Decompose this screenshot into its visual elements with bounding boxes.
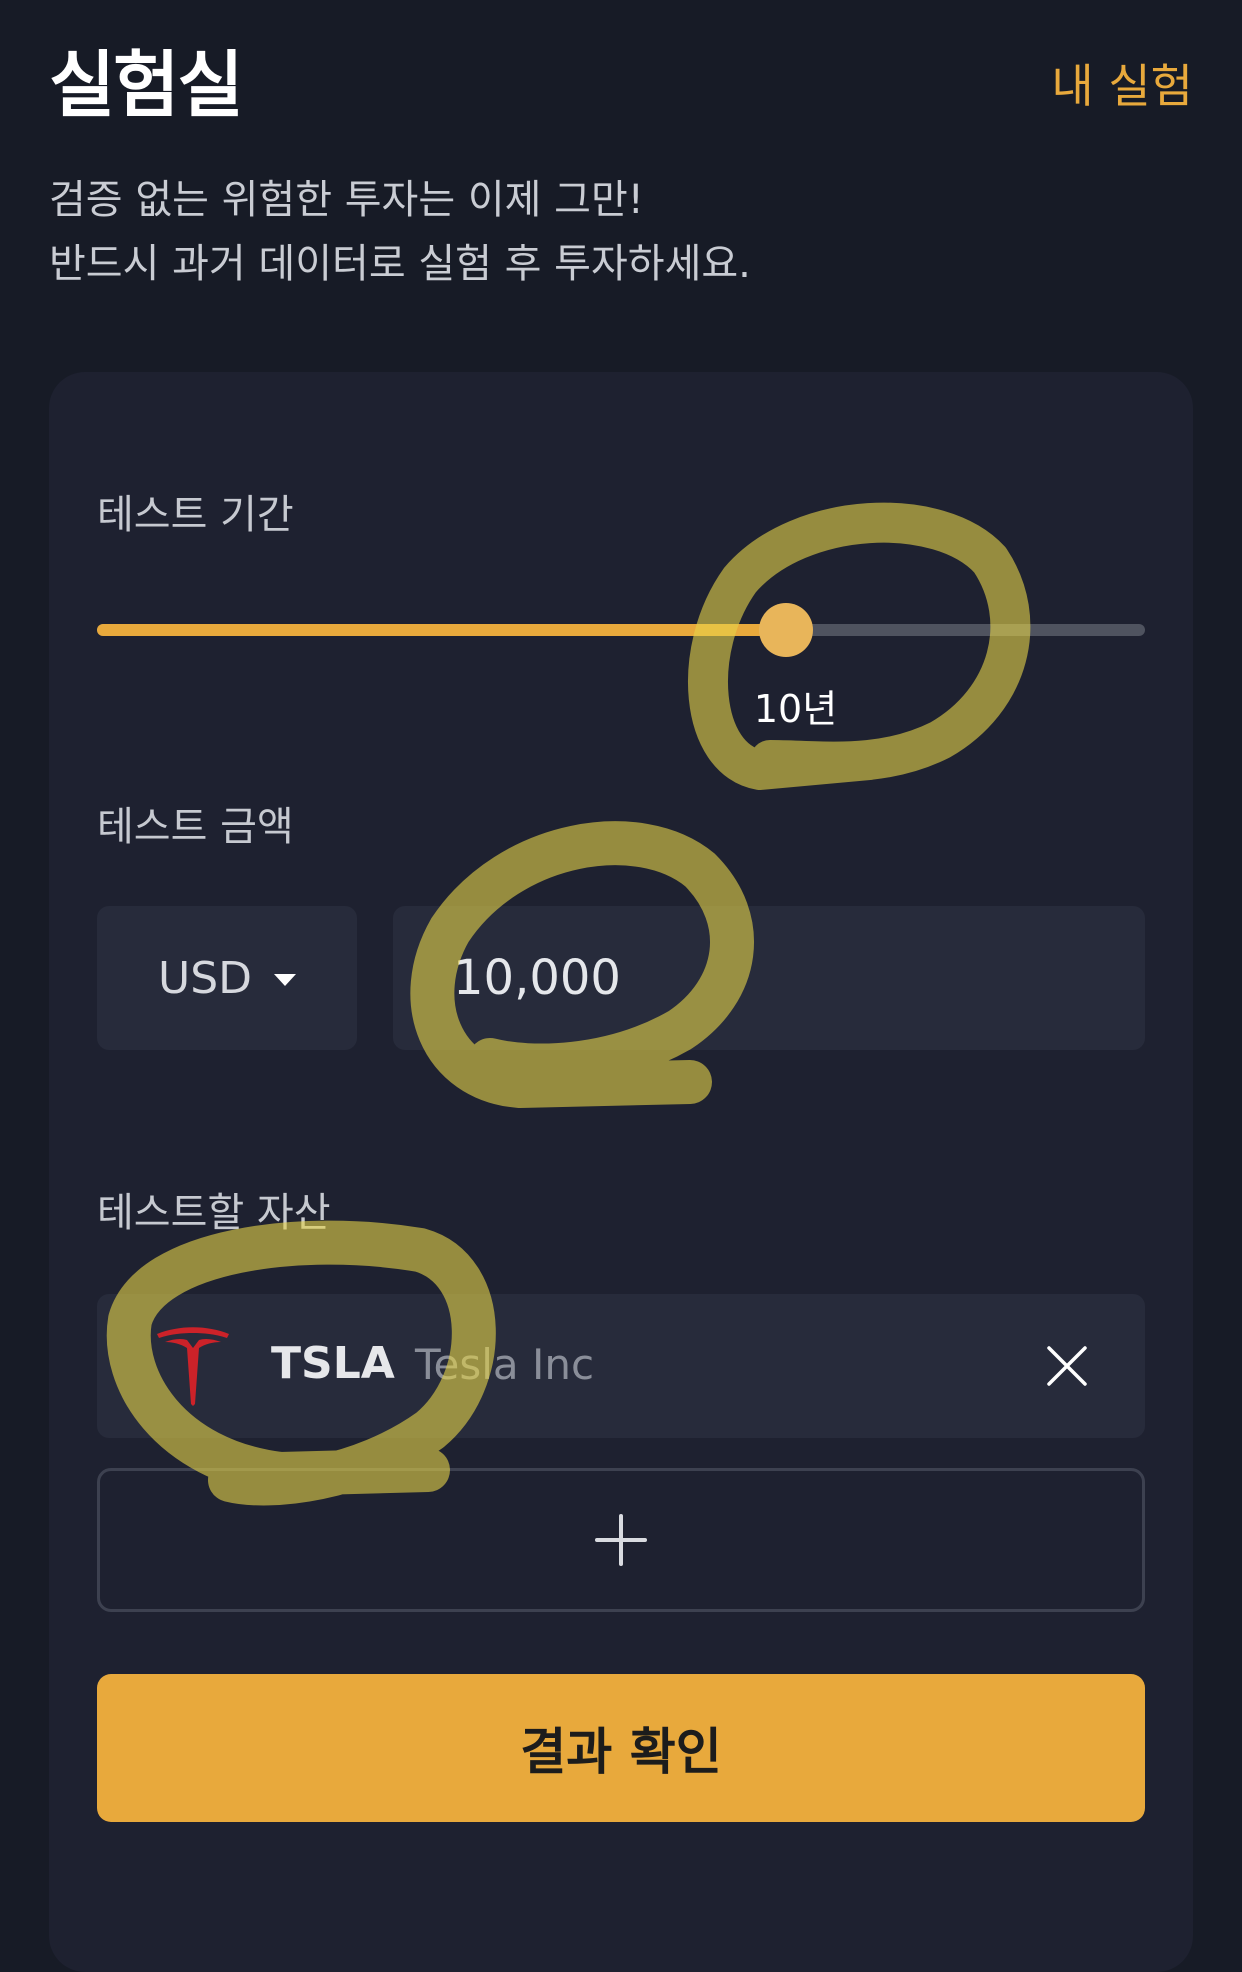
period-label: 테스트 기간: [97, 492, 294, 538]
assets-label: 테스트할 자산: [97, 1190, 331, 1236]
amount-label: 테스트 금액: [97, 804, 294, 850]
page-title: 실험실: [49, 43, 244, 127]
asset-name: Tesla Inc: [415, 1340, 595, 1389]
add-asset-button[interactable]: [97, 1468, 1145, 1612]
close-icon[interactable]: [1045, 1344, 1089, 1388]
page-subtitle: 검증 없는 위험한 투자는 이제 그만! 반드시 과거 데이터로 실험 후 투자…: [49, 168, 751, 296]
currency-value: USD: [157, 952, 252, 1004]
amount-input[interactable]: [393, 906, 1145, 1050]
period-slider-track[interactable]: [97, 624, 1145, 636]
subtitle-line-1: 검증 없는 위험한 투자는 이제 그만!: [49, 177, 644, 223]
experiment-card: 테스트 기간 10년 테스트 금액 USD 테스트할 자산 TSLA Tesla…: [49, 372, 1193, 1972]
period-slider-fill: [97, 624, 786, 636]
view-results-button[interactable]: 결과 확인: [97, 1674, 1145, 1822]
period-slider-thumb[interactable]: [758, 603, 813, 657]
period-value-label: 10년: [753, 687, 838, 731]
tesla-logo-icon: [157, 1327, 229, 1406]
subtitle-line-2: 반드시 과거 데이터로 실험 후 투자하세요.: [49, 241, 751, 287]
caret-down-icon: [274, 974, 296, 986]
my-experiments-link[interactable]: 내 실험: [1051, 56, 1193, 116]
plus-icon: [595, 1514, 647, 1566]
asset-ticker: TSLA: [271, 1338, 395, 1389]
asset-row[interactable]: TSLA Tesla Inc: [97, 1294, 1145, 1438]
currency-select[interactable]: USD: [97, 906, 357, 1050]
